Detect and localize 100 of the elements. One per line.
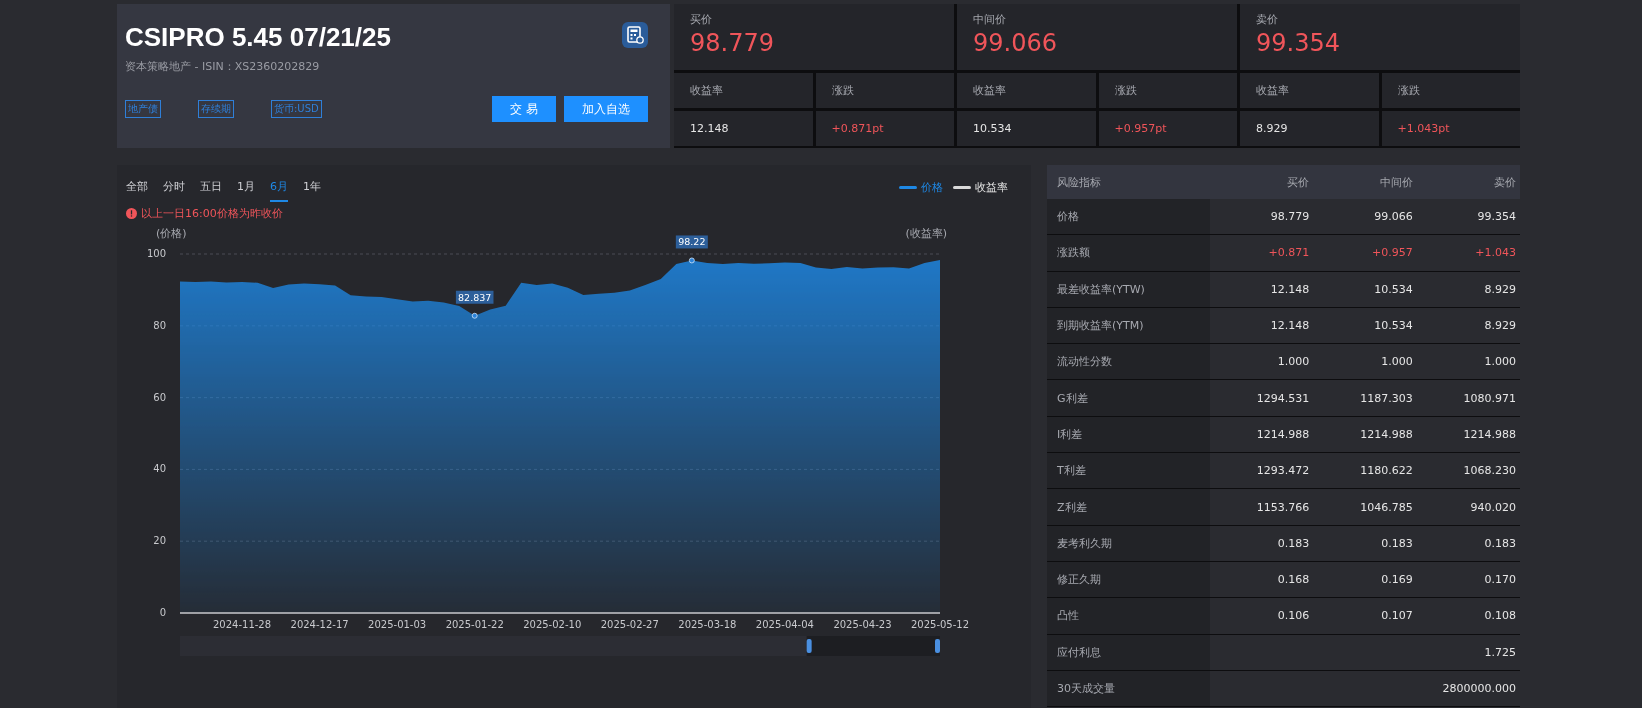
row-label: 涨跌额 [1047, 235, 1210, 271]
table-cell-text: 0.108 [1483, 608, 1517, 625]
axis-tick-label: 2025-01-22 [445, 619, 504, 630]
table-cell-text: 1214.988 [1255, 426, 1311, 443]
table-cell-text: 0.168 [1276, 572, 1311, 589]
quote-label: 卖价 [1256, 12, 1279, 27]
axis-tick-label: 0 [159, 607, 166, 618]
axis-tick-label: 2025-05-12 [910, 619, 970, 630]
axis-tick-label: 2025-02-10 [523, 619, 582, 630]
table-cell-text: 0.183 [1483, 535, 1517, 552]
table-cell-text: 12.148 [1269, 318, 1311, 335]
axis-tick-label: 60 [153, 391, 166, 403]
table-cell-text: 1046.785 [1359, 499, 1414, 516]
table-cell: 10.534 [957, 111, 1096, 146]
value-callout: 98.22 [675, 235, 708, 264]
axis-tick-label: 2025-04-04 [755, 619, 814, 630]
axis-title: (收益率) [905, 226, 947, 241]
table-cell: 收益率 [1240, 73, 1379, 108]
table-cell-text: +0.871 [1267, 245, 1311, 262]
annotation: 82.837 [458, 291, 492, 303]
notice-text: 以上一日16:00价格为昨收价 [141, 206, 283, 221]
table-cell-text: 0.106 [1276, 608, 1311, 625]
table-cell-text: +1.043 [1474, 245, 1517, 262]
axis-tick-label: 2024-12-17 [290, 619, 349, 630]
axis-title: (价格) [156, 227, 187, 240]
row-label: G利差 [1047, 380, 1210, 416]
axis-tick-label: 20 [153, 535, 166, 547]
axis-tick-label: 2024-11-28 [213, 619, 272, 630]
table-cell: 涨跌 [1381, 73, 1520, 108]
table-cell-text: 10.534 [1373, 281, 1414, 298]
table-cell: 收益率 [957, 73, 1096, 108]
table-cell-text: 1180.622 [1359, 463, 1414, 480]
axis-tick-label: 2025-04-23 [833, 619, 892, 630]
column-header: 中间价 [1378, 174, 1414, 191]
row-label: I利差 [1047, 416, 1210, 453]
bond-tag: 存续期 [198, 100, 234, 118]
table-cell-text: 1.725 [1483, 644, 1517, 661]
table-cell-text: 8.929 [1483, 281, 1517, 298]
row-label: Z利差 [1047, 489, 1210, 525]
table-cell: 12.148 [674, 111, 813, 146]
table-cell-text: 0.170 [1483, 572, 1517, 589]
table-cell-text: 0.183 [1276, 535, 1311, 552]
row-label: 流动性分数 [1047, 344, 1210, 380]
table-cell-text: 1.000 [1276, 354, 1311, 371]
axis-tick-label: 2025-03-18 [678, 619, 737, 630]
row-label: 修正久期 [1047, 561, 1210, 598]
table-cell-text: 0.107 [1380, 608, 1414, 625]
table-cell: +1.043pt [1381, 111, 1520, 146]
quote-price: 99.066 [973, 29, 1058, 57]
row-label: 30天成交量 [1047, 670, 1210, 707]
table-cell-text: 1293.472 [1255, 463, 1311, 480]
table-cell-text: 99.354 [1476, 209, 1517, 226]
table-cell-text: 10.534 [1373, 318, 1414, 335]
table-cell-text: 2800000.000 [1441, 681, 1517, 697]
table-cell: 8.929 [1240, 111, 1379, 146]
table-cell-text: 940.020 [1469, 499, 1517, 516]
table-cell-text: 0.169 [1380, 572, 1414, 589]
table-cell-text: 12.148 [1269, 281, 1311, 298]
table-cell-text: 8.929 [1483, 318, 1517, 335]
column-header: 买价 [1286, 174, 1311, 191]
row-label: T利差 [1047, 453, 1210, 489]
column-header: 卖价 [1493, 174, 1517, 191]
table-cell-text: 1080.971 [1462, 390, 1517, 407]
row-label: 应付利息 [1047, 634, 1210, 670]
bond-tag: 地产债 [125, 100, 161, 118]
row-label: 到期收益率(YTM) [1047, 307, 1210, 344]
annotation: 98.22 [678, 236, 706, 248]
table-cell-text: 0.183 [1380, 535, 1414, 552]
table-cell-text: 98.779 [1269, 209, 1311, 226]
table-cell-text: 1.000 [1380, 354, 1414, 371]
table-cell-text: 1.000 [1483, 354, 1517, 371]
axis-tick-label: 80 [153, 319, 166, 331]
axis-tick-label: 100 [146, 248, 166, 259]
axis-tick-label: 2025-01-03 [368, 619, 427, 630]
value-callout: 82.837 [455, 290, 494, 319]
bond-tag: 货币:USD [271, 100, 322, 118]
table-cell-text: 1187.303 [1359, 390, 1414, 407]
table-cell-text: 1214.988 [1359, 426, 1414, 443]
row-label: 价格 [1047, 199, 1210, 235]
axis-tick-label: 40 [153, 463, 166, 475]
bond-subtitle: 资本策略地产 - ISIN：XS2360202829 [125, 59, 321, 74]
table-cell-text: 1068.230 [1462, 463, 1517, 480]
row-label: 凸性 [1047, 598, 1210, 634]
table-cell: +0.871pt [815, 111, 954, 146]
row-label: 最差收益率(YTW) [1047, 271, 1210, 307]
table-cell: +0.957pt [1098, 111, 1237, 146]
bond-title: CSIPRO 5.45 07/21/25 [125, 22, 391, 53]
quote-price: 98.779 [690, 29, 775, 57]
column-header: 风险指标 [1056, 174, 1102, 191]
table-cell-text: +0.957 [1370, 245, 1414, 262]
axis-tick-label: 2025-02-27 [600, 619, 659, 630]
quote-price: 99.354 [1256, 29, 1341, 57]
table-cell: 涨跌 [815, 73, 954, 108]
table-cell-text: 1153.766 [1255, 499, 1311, 516]
table-cell-text: 1294.531 [1255, 390, 1311, 407]
table-cell-text: 1214.988 [1462, 426, 1517, 443]
table-cell: 涨跌 [1098, 73, 1237, 108]
table-cell-text: 99.066 [1373, 209, 1414, 226]
quote-label: 中间价 [973, 12, 1007, 27]
table-cell: 收益率 [674, 73, 813, 108]
